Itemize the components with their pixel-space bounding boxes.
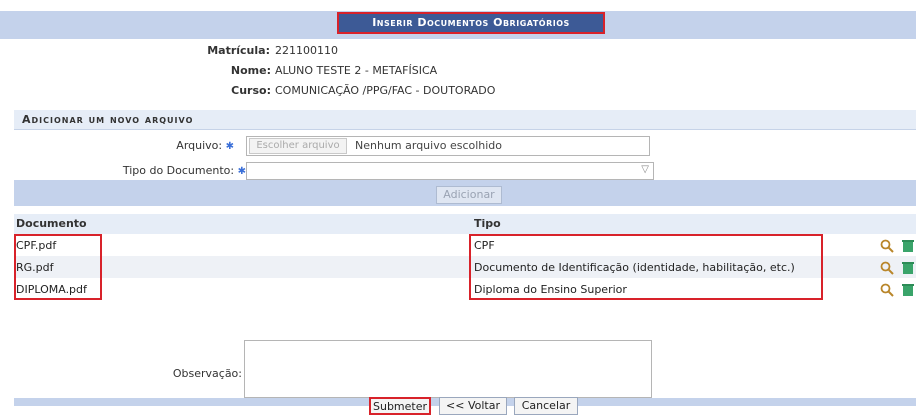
required-star-icon: ✱ (225, 141, 234, 152)
chevron-down-icon: ▽ (641, 164, 649, 175)
search-icon[interactable] (880, 283, 894, 297)
search-icon[interactable] (880, 239, 894, 253)
search-icon[interactable] (880, 261, 894, 275)
observacao-label: Observação: (172, 367, 242, 380)
delete-icon[interactable] (902, 261, 914, 275)
observacao-textarea[interactable] (244, 340, 652, 398)
document-file[interactable]: DIPLOMA.pdf (16, 283, 87, 296)
delete-icon[interactable] (902, 239, 914, 253)
delete-icon[interactable] (902, 283, 914, 297)
document-type: CPF (474, 239, 495, 252)
upload-section-header: Adicionar um novo arquivo (14, 110, 916, 130)
file-status-text: Nenhum arquivo escolhido (355, 139, 503, 152)
required-star-icon: ✱ (237, 166, 246, 177)
arquivo-label: Arquivo: ✱ (14, 139, 234, 152)
col-documento: Documento (16, 217, 87, 230)
submit-button[interactable]: Submeter (369, 397, 431, 415)
arquivo-label-text: Arquivo: (176, 139, 223, 152)
tipo-label-text: Tipo do Documento: (122, 164, 235, 177)
choose-file-button[interactable]: Escolher arquivo (249, 138, 347, 154)
col-tipo: Tipo (474, 217, 501, 230)
document-file[interactable]: RG.pdf (16, 261, 54, 274)
matricula-value: 221100110 (275, 44, 338, 57)
add-button[interactable]: Adicionar (436, 186, 502, 204)
matricula-label: Matrícula: (207, 44, 270, 57)
nome-value: ALUNO TESTE 2 - METAFÍSICA (275, 64, 438, 77)
page-title: Inserir Documentos Obrigatórios (337, 12, 605, 34)
tipo-select[interactable]: ▽ (246, 162, 654, 180)
document-type: Documento de Identificação (identidade, … (474, 261, 795, 274)
nome-label: Nome: (230, 64, 271, 77)
tipo-label: Tipo do Documento: ✱ (14, 164, 246, 177)
curso-label: Curso: (231, 84, 271, 97)
cancel-button[interactable]: Cancelar (514, 397, 578, 415)
back-button[interactable]: << Voltar (439, 397, 507, 415)
document-type: Diploma do Ensino Superior (474, 283, 627, 296)
document-file[interactable]: CPF.pdf (16, 239, 56, 252)
documents-table-header: Documento Tipo (14, 214, 916, 234)
curso-value: COMUNICAÇÃO /PPG/FAC - DOUTORADO (275, 84, 496, 97)
